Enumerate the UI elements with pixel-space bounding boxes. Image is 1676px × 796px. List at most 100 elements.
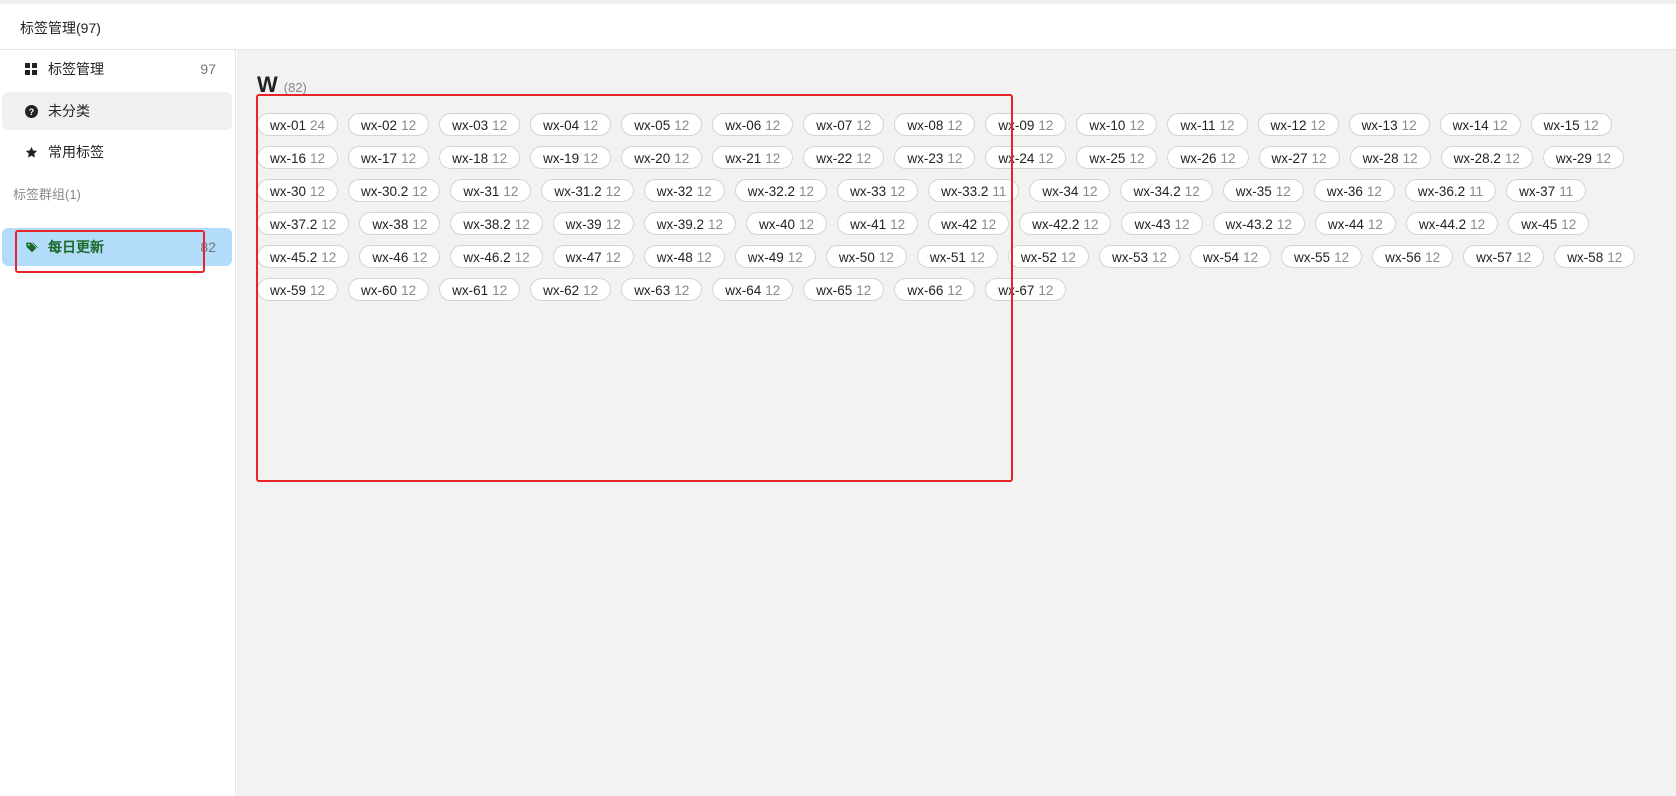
tag-chip[interactable]: wx-09 12 xyxy=(985,113,1067,136)
tag-chip[interactable]: wx-37 11 xyxy=(1506,179,1587,202)
tag-chip[interactable]: wx-13 12 xyxy=(1348,113,1430,136)
tag-chip[interactable]: wx-36 12 xyxy=(1313,179,1395,202)
tag-chip[interactable]: wx-23 12 xyxy=(894,146,976,169)
tag-chip[interactable]: wx-32.2 12 xyxy=(734,179,828,202)
tag-chip[interactable]: wx-42 12 xyxy=(928,212,1010,235)
tag-chip[interactable]: wx-17 12 xyxy=(348,146,430,169)
tag-chip[interactable]: wx-40 12 xyxy=(746,212,828,235)
tag-chip[interactable]: wx-21 12 xyxy=(712,146,794,169)
tag-chip[interactable]: wx-65 12 xyxy=(803,278,885,301)
tag-chip[interactable]: wx-56 12 xyxy=(1372,245,1454,268)
tag-chip[interactable]: wx-63 12 xyxy=(621,278,703,301)
tag-chip[interactable]: wx-59 12 xyxy=(257,278,339,301)
tag-chip[interactable]: wx-26 12 xyxy=(1167,146,1249,169)
tag-chip[interactable]: wx-61 12 xyxy=(439,278,521,301)
tag-chip[interactable]: wx-14 12 xyxy=(1439,113,1521,136)
tag-chip[interactable]: wx-02 12 xyxy=(348,113,430,136)
tag-chip[interactable]: wx-35 12 xyxy=(1222,179,1304,202)
tag-chip[interactable]: wx-49 12 xyxy=(734,245,816,268)
tag-name: wx-03 xyxy=(452,118,489,133)
tag-chip[interactable]: wx-54 12 xyxy=(1190,245,1272,268)
tag-chip[interactable]: wx-37.2 12 xyxy=(257,212,350,235)
tag-chip[interactable]: wx-53 12 xyxy=(1098,245,1180,268)
tag-chip[interactable]: wx-60 12 xyxy=(348,278,430,301)
tag-chip[interactable]: wx-39.2 12 xyxy=(643,212,737,235)
sidebar-item-uncategorized[interactable]: ? 未分类 xyxy=(2,92,232,130)
tag-name: wx-50 xyxy=(838,250,875,265)
tag-chip[interactable]: wx-39 12 xyxy=(552,212,634,235)
tag-count: 12 xyxy=(514,217,530,232)
tag-chip[interactable]: wx-57 12 xyxy=(1463,245,1545,268)
tag-chip[interactable]: wx-08 12 xyxy=(894,113,976,136)
sidebar: 标签管理 97 ? 未分类 常用标签 标签群组(1) 每日更新 82 xyxy=(0,50,236,796)
tag-chip[interactable]: wx-12 12 xyxy=(1257,113,1339,136)
tag-chip[interactable]: wx-20 12 xyxy=(621,146,703,169)
tag-chip[interactable]: wx-47 12 xyxy=(552,245,634,268)
tag-name: wx-36.2 xyxy=(1417,184,1466,199)
tag-chip[interactable]: wx-55 12 xyxy=(1281,245,1363,268)
tag-chip[interactable]: wx-18 12 xyxy=(439,146,521,169)
tag-chip[interactable]: wx-43.2 12 xyxy=(1212,212,1305,235)
tag-chip[interactable]: wx-04 12 xyxy=(530,113,612,136)
tag-chip[interactable]: wx-48 12 xyxy=(643,245,725,268)
tag-chip[interactable]: wx-42.2 12 xyxy=(1019,212,1112,235)
sidebar-group-daily-update[interactable]: 每日更新 82 xyxy=(2,228,232,266)
tag-count: 12 xyxy=(1038,151,1054,166)
tag-chip[interactable]: wx-43 12 xyxy=(1121,212,1203,235)
tag-chip[interactable]: wx-11 12 xyxy=(1167,113,1248,136)
tag-chip[interactable]: wx-01 24 xyxy=(257,113,339,136)
tag-chip[interactable]: wx-19 12 xyxy=(530,146,612,169)
tag-chip[interactable]: wx-28 12 xyxy=(1349,146,1431,169)
tag-chip[interactable]: wx-05 12 xyxy=(621,113,703,136)
tag-chip[interactable]: wx-45 12 xyxy=(1508,212,1590,235)
tag-chip[interactable]: wx-34 12 xyxy=(1029,179,1111,202)
tag-name: wx-40 xyxy=(759,217,796,232)
tag-chip[interactable]: wx-51 12 xyxy=(916,245,998,268)
tag-chip[interactable]: wx-10 12 xyxy=(1076,113,1158,136)
tag-chip[interactable]: wx-03 12 xyxy=(439,113,521,136)
tag-name: wx-36 xyxy=(1326,184,1363,199)
tag-chip[interactable]: wx-31.2 12 xyxy=(541,179,634,202)
tag-name: wx-44.2 xyxy=(1418,217,1467,232)
tag-chip[interactable]: wx-06 12 xyxy=(712,113,794,136)
tag-chip[interactable]: wx-22 12 xyxy=(803,146,885,169)
tag-chip[interactable]: wx-36.2 11 xyxy=(1404,179,1497,202)
tag-chip[interactable]: wx-07 12 xyxy=(803,113,885,136)
tag-chip[interactable]: wx-31 12 xyxy=(450,179,532,202)
tag-chip[interactable]: wx-64 12 xyxy=(712,278,794,301)
tag-name: wx-33.2 xyxy=(941,184,989,199)
tag-chip[interactable]: wx-15 12 xyxy=(1530,113,1612,136)
svg-text:?: ? xyxy=(28,107,34,117)
tag-chip[interactable]: wx-45.2 12 xyxy=(257,245,350,268)
tag-chip[interactable]: wx-38.2 12 xyxy=(450,212,543,235)
tag-chip[interactable]: wx-44.2 12 xyxy=(1405,212,1499,235)
tag-chip[interactable]: wx-30.2 12 xyxy=(348,179,441,202)
tag-chip[interactable]: wx-66 12 xyxy=(894,278,976,301)
tag-chip[interactable]: wx-44 12 xyxy=(1314,212,1396,235)
tag-chip[interactable]: wx-58 12 xyxy=(1554,245,1636,268)
tag-chip[interactable]: wx-52 12 xyxy=(1007,245,1089,268)
tag-chip[interactable]: wx-34.2 12 xyxy=(1120,179,1213,202)
sidebar-item-tag-management[interactable]: 标签管理 97 xyxy=(2,50,232,88)
sidebar-item-favorites[interactable]: 常用标签 xyxy=(2,133,232,171)
tag-count: 12 xyxy=(1060,250,1076,265)
tag-chip[interactable]: wx-33.2 11 xyxy=(928,179,1020,202)
tag-chip[interactable]: wx-38 12 xyxy=(359,212,441,235)
tag-chip[interactable]: wx-16 12 xyxy=(257,146,339,169)
tag-chip[interactable]: wx-41 12 xyxy=(837,212,919,235)
tag-chip[interactable]: wx-28.2 12 xyxy=(1440,146,1533,169)
tag-chip[interactable]: wx-27 12 xyxy=(1258,146,1340,169)
tag-chip[interactable]: wx-24 12 xyxy=(985,146,1067,169)
tag-chip[interactable]: wx-33 12 xyxy=(837,179,919,202)
tag-count: 12 xyxy=(1492,118,1508,133)
tag-chip[interactable]: wx-67 12 xyxy=(985,278,1067,301)
tag-name: wx-29 xyxy=(1555,151,1592,166)
tag-chip[interactable]: wx-62 12 xyxy=(530,278,612,301)
tag-chip[interactable]: wx-46 12 xyxy=(359,245,441,268)
tag-chip[interactable]: wx-50 12 xyxy=(825,245,907,268)
tag-chip[interactable]: wx-29 12 xyxy=(1542,146,1624,169)
tag-chip[interactable]: wx-25 12 xyxy=(1076,146,1158,169)
tag-chip[interactable]: wx-32 12 xyxy=(643,179,725,202)
tag-chip[interactable]: wx-30 12 xyxy=(257,179,339,202)
tag-chip[interactable]: wx-46.2 12 xyxy=(450,245,543,268)
